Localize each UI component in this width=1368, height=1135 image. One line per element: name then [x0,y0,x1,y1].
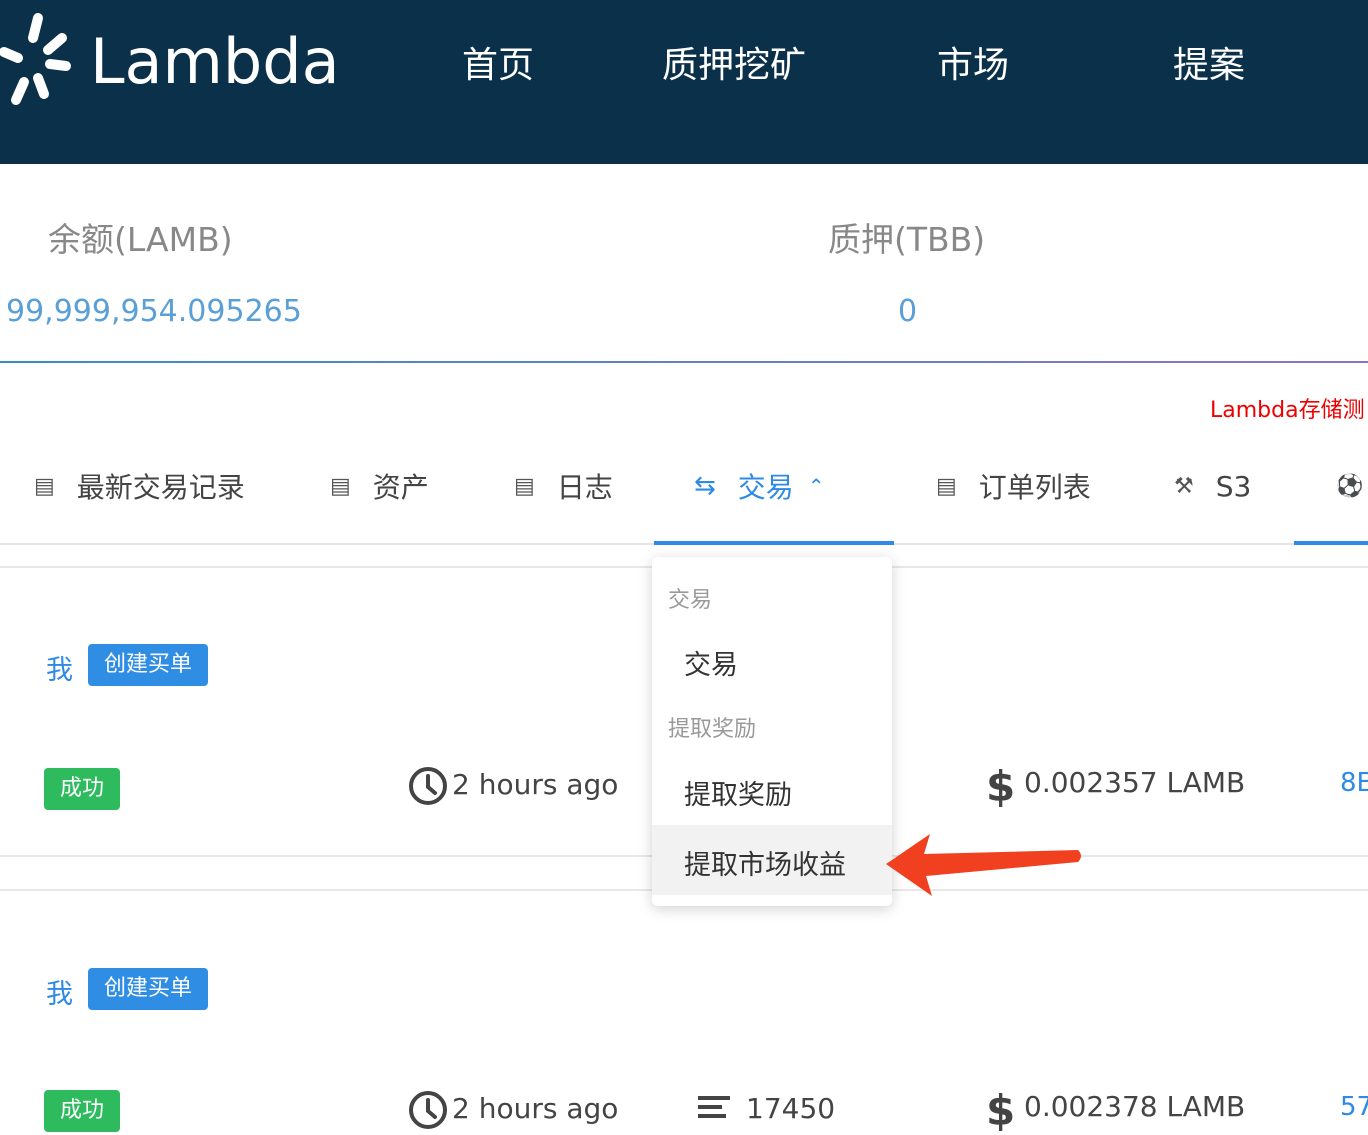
tab-label: S3 [1215,469,1252,503]
tab-latest-transactions[interactable]: ▤ 最新交易记录 [34,462,245,510]
tx-hash-link[interactable]: 8E [1340,768,1368,798]
active-tab-underline [654,541,894,545]
sender-me[interactable]: 我 [46,648,73,687]
dollar-icon: $ [986,1086,1016,1135]
tab-more[interactable]: ⚽ [1336,462,1368,510]
sender-me[interactable]: 我 [46,972,73,1011]
active-tab-underline [1294,541,1368,545]
clock-icon [409,1091,447,1129]
document-icon: ▤ [514,473,535,499]
tab-s3[interactable]: ⚒ S3 [1174,462,1251,510]
dropdown-item-trade[interactable]: 交易 [684,643,738,682]
lambda-logo-icon [0,13,71,105]
section-divider [0,361,1368,363]
stake-value: 0 [898,294,918,329]
tab-logs[interactable]: ▤ 日志 [514,462,613,510]
balance-label: 余额(LAMB) [48,220,233,259]
document-icon: ▤ [330,473,351,499]
tab-label: 交易 [737,471,794,504]
amount: 0.002378 LAMB [1024,1090,1246,1123]
clock-icon [409,767,447,805]
notice-banner[interactable]: Lambda存储测 [1210,392,1365,424]
stake-label: 质押(TBB) [828,220,986,259]
document-icon: ▤ [34,473,55,499]
chevron-up-icon: ⌃ [807,474,825,498]
tab-label: 订单列表 [978,471,1091,504]
status-badge: 成功 [44,1090,121,1132]
amount: 0.002357 LAMB [1024,766,1246,799]
block-height: 17450 [746,1092,836,1125]
tab-order-list[interactable]: ▤ 订单列表 [936,462,1091,510]
dropdown-group-title: 交易 [668,588,713,613]
tab-assets[interactable]: ▤ 资产 [330,462,429,510]
swap-icon: ⇆ [694,471,716,501]
time-ago: 2 hours ago [452,1092,619,1125]
brand-name[interactable]: Lambda [90,22,340,102]
balance-value: 99,999,954.095265 [6,294,302,329]
tab-label: 资产 [372,471,429,504]
tools-icon: ⚒ [1174,473,1194,499]
type-badge: 创建买单 [88,968,209,1010]
status-badge: 成功 [44,768,121,810]
dollar-icon: $ [986,762,1016,811]
nav-staking-mining[interactable]: 质押挖矿 [662,38,806,94]
document-icon: ▤ [936,473,957,499]
tab-label: 日志 [556,471,613,504]
dropdown-item-withdraw-market-earnings[interactable]: 提取市场收益 [684,843,846,882]
dropdown-item-withdraw-rewards[interactable]: 提取奖励 [684,773,792,812]
globe-icon: ⚽ [1336,473,1364,499]
dropdown-group-title: 提取奖励 [668,717,757,742]
nav-market[interactable]: 市场 [937,38,1009,94]
time-ago: 2 hours ago [452,768,619,801]
tab-trade[interactable]: ⇆ 交易 ⌃ [694,462,825,510]
type-badge: 创建买单 [88,644,209,686]
nav-home[interactable]: 首页 [462,38,534,94]
list-icon [698,1096,730,1118]
nav-proposal[interactable]: 提案 [1173,38,1245,94]
tab-label: 最新交易记录 [76,471,245,504]
annotation-arrow-icon [886,834,1081,896]
